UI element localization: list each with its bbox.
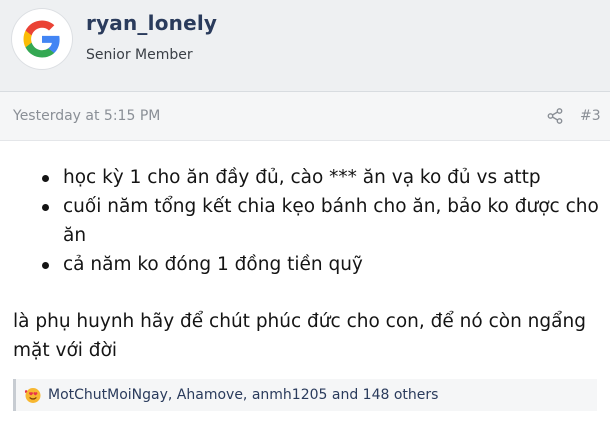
list-item: học kỳ 1 cho ăn đầy đủ, cào *** ăn vạ ko… (22, 163, 607, 192)
username[interactable]: ryan_lonely (86, 11, 217, 35)
bullet-dot (42, 262, 49, 269)
post-number-link[interactable]: #3 (580, 108, 601, 124)
google-g-icon (23, 20, 60, 58)
reactions-bar[interactable]: MotChutMoiNgay, Ahamove, anmh1205 and 14… (13, 379, 597, 411)
user-header: ryan_lonely Senior Member (0, 0, 610, 92)
share-icon[interactable] (547, 108, 563, 128)
list-item: cả năm ko đóng 1 đồng tiền quỹ (22, 250, 607, 279)
love-face-emoji-icon (24, 386, 42, 408)
reaction-users-link[interactable]: MotChutMoiNgay, Ahamove, anmh1205 and 14… (48, 387, 438, 403)
post-meta-bar: Yesterday at 5:15 PM #3 (0, 92, 610, 141)
list-item-text: cả năm ko đóng 1 đồng tiền quỹ (63, 254, 363, 275)
list-item-text: học kỳ 1 cho ăn đầy đủ, cào *** ăn vạ ko… (63, 167, 541, 188)
list-item: cuối năm tổng kết chia kẹo bánh cho ăn, … (22, 192, 607, 250)
list-item-text: cuối năm tổng kết chia kẹo bánh cho ăn, … (63, 196, 599, 246)
bullet-dot (42, 175, 49, 182)
post-bullet-list: học kỳ 1 cho ăn đầy đủ, cào *** ăn vạ ko… (22, 163, 607, 279)
post-body-text: là phụ huynh hãy để chút phúc đức cho co… (13, 311, 586, 361)
user-title: Senior Member (86, 47, 193, 63)
bullet-dot (42, 204, 49, 211)
avatar[interactable] (12, 9, 72, 69)
post-timestamp[interactable]: Yesterday at 5:15 PM (13, 108, 160, 124)
